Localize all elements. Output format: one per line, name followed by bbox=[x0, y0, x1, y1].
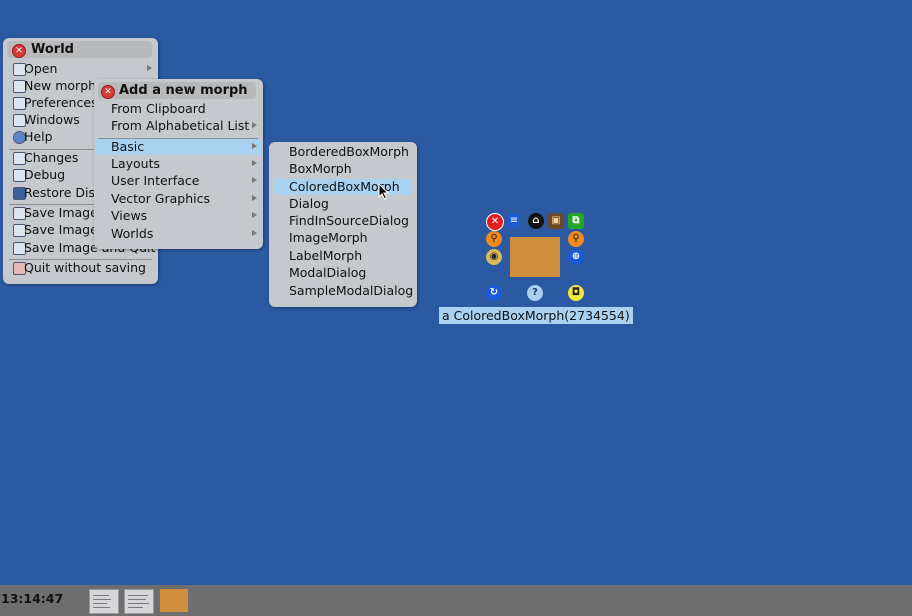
add-menu-item-label: Views bbox=[111, 208, 148, 223]
basic-menu-item-coloredboxmorph[interactable]: ColoredBoxMorph bbox=[273, 179, 412, 195]
halo-resize-icon[interactable]: ◘ bbox=[568, 285, 584, 301]
halo-remove-icon[interactable]: ✕ bbox=[486, 213, 504, 231]
halo-menu-icon[interactable]: ≡ bbox=[508, 214, 520, 228]
taskbar-thumbnail-world-menu[interactable] bbox=[89, 589, 119, 614]
add-morph-menu-title: Add a new morph bbox=[119, 83, 248, 98]
add-menu-item-label: Basic bbox=[111, 139, 145, 154]
add-morph-menu-title-bar: ✕ Add a new morph bbox=[98, 82, 256, 99]
taskbar-clock: 13:14:47 bbox=[1, 591, 64, 606]
world-menu-item-label: Help bbox=[24, 129, 53, 144]
basic-menu-item-label: ModalDialog bbox=[289, 265, 367, 280]
world-menu-item-open[interactable]: Open bbox=[7, 61, 154, 77]
halo-rotate-icon[interactable]: ↻ bbox=[486, 285, 502, 301]
world-menu-title-bar: ✕ World bbox=[7, 41, 152, 58]
close-icon[interactable]: ✕ bbox=[101, 85, 115, 99]
morph-name-label: a ColoredBoxMorph(2734554) bbox=[439, 307, 633, 324]
basic-menu-item-labelmorph[interactable]: LabelMorph bbox=[273, 248, 413, 264]
basic-menu-item-imagemorph[interactable]: ImageMorph bbox=[273, 230, 413, 246]
basic-menu-item-dialog[interactable]: Dialog bbox=[273, 196, 413, 212]
submenu-arrow-icon bbox=[252, 195, 257, 201]
halo-help-icon[interactable]: ? bbox=[527, 285, 543, 301]
basic-menu-item-boxmorph[interactable]: BoxMorph bbox=[273, 161, 413, 177]
basic-menu-item-label: BorderedBoxMorph bbox=[289, 144, 409, 159]
world-menu-item-label: Quit without saving bbox=[24, 260, 146, 275]
submenu-arrow-icon bbox=[252, 212, 257, 218]
taskbar: 13:14:47 bbox=[0, 585, 912, 616]
add-menu-item-worlds[interactable]: Worlds bbox=[98, 226, 259, 242]
basic-menu-item-label: FindInSourceDialog bbox=[289, 213, 409, 228]
add-menu-item-label: From Clipboard bbox=[111, 101, 206, 116]
world-menu-item-label: Save Image bbox=[24, 222, 98, 237]
basic-menu-item-modaldialog[interactable]: ModalDialog bbox=[273, 265, 413, 281]
world-menu-item-quit[interactable]: Quit without saving bbox=[7, 260, 154, 276]
world-menu-item-label: Windows bbox=[24, 112, 80, 127]
basic-menu-item-borderedboxmorph[interactable]: BorderedBoxMorph bbox=[273, 144, 413, 160]
basic-menu-item-label: BoxMorph bbox=[289, 161, 352, 176]
add-menu-item-layouts[interactable]: Layouts bbox=[98, 156, 259, 172]
add-menu-item-label: Vector Graphics bbox=[111, 191, 211, 206]
basic-menu-item-label: Dialog bbox=[289, 196, 329, 211]
basic-menu-item-label: ImageMorph bbox=[289, 230, 368, 245]
submenu-arrow-icon bbox=[252, 122, 257, 128]
halo-grab-icon[interactable]: ⌂ bbox=[528, 213, 544, 229]
submenu-arrow-icon bbox=[147, 65, 152, 71]
halo-debug-icon[interactable]: ⚲ bbox=[486, 231, 502, 247]
basic-submenu: BorderedBoxMorph BoxMorph ColoredBoxMorp… bbox=[269, 142, 417, 307]
world-menu-item-label: Changes bbox=[24, 150, 79, 165]
add-menu-item-label: Layouts bbox=[111, 156, 161, 171]
submenu-arrow-icon bbox=[252, 230, 257, 236]
close-icon[interactable]: ✕ bbox=[12, 44, 26, 58]
world-menu-item-label: New morph bbox=[24, 78, 97, 93]
add-menu-item-user-interface[interactable]: User Interface bbox=[98, 173, 259, 189]
world-menu-title: World bbox=[31, 42, 74, 57]
basic-menu-item-findinsourcedialog[interactable]: FindInSourceDialog bbox=[273, 213, 413, 229]
halo-inspect-icon[interactable]: ⚲ bbox=[568, 231, 584, 247]
halo-scale-icon[interactable]: ⊕ bbox=[568, 249, 584, 265]
add-menu-item-label: Worlds bbox=[111, 226, 154, 241]
basic-menu-item-samplemodaldialog[interactable]: SampleModalDialog bbox=[273, 283, 413, 299]
taskbar-thumbnail-colored-box-morph[interactable] bbox=[160, 589, 188, 612]
world-menu-item-label: Open bbox=[24, 61, 58, 76]
add-menu-item-vector-graphics[interactable]: Vector Graphics bbox=[98, 191, 259, 207]
add-menu-item-label: From Alphabetical List bbox=[111, 118, 250, 133]
add-menu-item-views[interactable]: Views bbox=[98, 208, 259, 224]
add-morph-menu: ✕ Add a new morph From Clipboard From Al… bbox=[94, 79, 263, 249]
add-menu-item-from-clipboard[interactable]: From Clipboard bbox=[98, 101, 259, 117]
mouse-cursor-icon bbox=[378, 183, 390, 200]
world-menu-item-label: Debug bbox=[24, 167, 66, 182]
halo-duplicate-icon[interactable]: ⧉ bbox=[568, 213, 584, 229]
colored-box-morph[interactable] bbox=[510, 237, 560, 277]
submenu-arrow-icon bbox=[252, 143, 257, 149]
halo-drag-icon[interactable]: ▣ bbox=[548, 213, 564, 229]
submenu-arrow-icon bbox=[252, 160, 257, 166]
submenu-arrow-icon bbox=[252, 177, 257, 183]
world-menu-item-label: Preferences bbox=[24, 95, 98, 110]
add-menu-item-from-alphabetical-list[interactable]: From Alphabetical List bbox=[98, 118, 259, 134]
world-menu-item-label: Save Image bbox=[24, 205, 98, 220]
add-menu-item-label: User Interface bbox=[111, 173, 200, 188]
basic-menu-item-label: LabelMorph bbox=[289, 248, 363, 263]
add-menu-item-basic[interactable]: Basic bbox=[96, 139, 261, 155]
halo-collapse-icon[interactable]: ◉ bbox=[486, 249, 502, 265]
taskbar-thumbnail-add-morph-menu[interactable] bbox=[124, 589, 154, 614]
basic-menu-item-label: SampleModalDialog bbox=[289, 283, 414, 298]
